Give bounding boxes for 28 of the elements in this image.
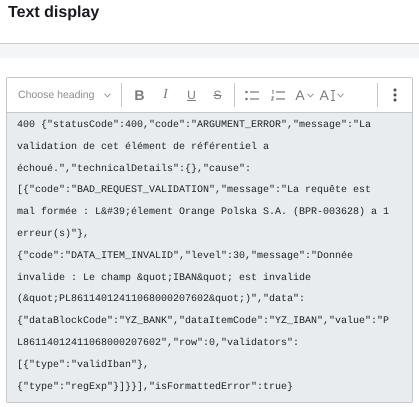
page-title: Text display [8,4,100,22]
text-line: validation de cet élément de référentiel a [17,140,270,155]
chevron-down-icon [336,92,344,98]
italic-button[interactable]: I [154,83,176,107]
text-line: [{"type":"validIban"}, [17,358,150,373]
text-height-icon [330,90,335,100]
numbered-list-icon [271,90,286,100]
text-line: [{"code":"BAD_REQUEST_VALIDATION","message":"La requête est [17,184,372,198]
text-line: invalide : Le champ &quot;IBAN&quot; est invalide [17,272,312,286]
text-line: échoué.","technicalDetails":{},"cause": [17,162,252,177]
heading-dropdown[interactable]: Choose heading [11,82,118,108]
chevron-down-icon [104,92,112,98]
bulleted-list-icon [245,90,260,100]
text-line: {"type":"regExp"}]}}],"isFormattedError":true} [17,380,294,395]
underline-button[interactable]: U [180,83,202,107]
bold-button[interactable]: B [128,83,150,107]
strikethrough-button[interactable]: S [206,83,228,107]
chevron-down-icon [306,92,314,98]
text-line: 400 {"statusCode":400,"code":"ARGUMENT_ERROR","message":"La [17,118,372,133]
text-line: mal formée : L&#39;élement Orange Polska S.A. (BPR-003628) a 1 [17,206,390,220]
more-vertical-icon [393,88,397,102]
font-family-button[interactable]: A [293,83,316,107]
text-line: erreur(s)"}, [17,228,90,242]
text-line: {"dataBlockCode":"YZ_BANK","dataItemCode":"YZ_IBAN","value":"P [17,314,390,330]
text-line: (&quot;PL86114012411068000207602&quot;)","data": [17,292,306,308]
font-size-button[interactable]: A [319,83,344,107]
text-line: L86114012411068000207602","row":0,"validators": [17,336,300,351]
text-line: {"code":"DATA_ITEM_INVALID","level":30,"message":"Donnée [17,250,354,264]
